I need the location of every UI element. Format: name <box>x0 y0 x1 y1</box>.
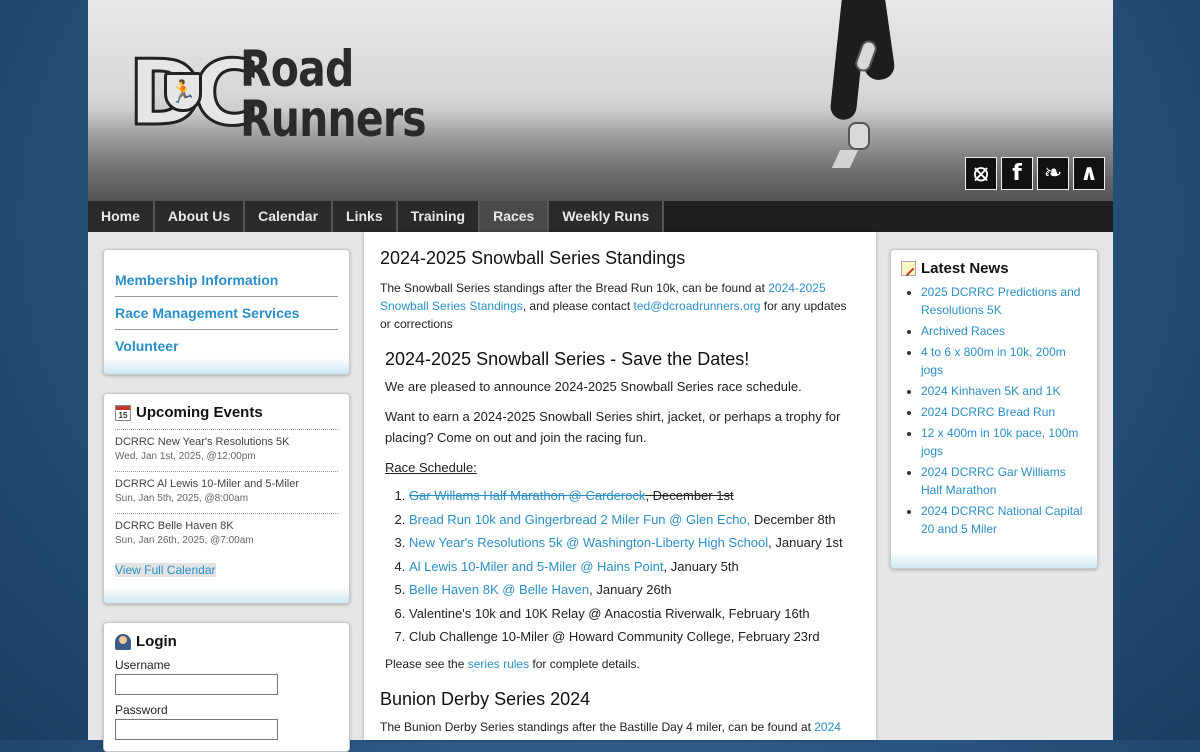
race-link[interactable]: New Year's Resolutions 5k @ Washington-L… <box>409 535 768 550</box>
login-label: Login <box>136 633 177 650</box>
logo-road-text: Road <box>240 40 354 98</box>
event-item[interactable]: DCRRC New Year's Resolutions 5K Wed, Jan… <box>115 429 338 471</box>
event-item[interactable]: DCRRC Belle Haven 8K Sun, Jan 26th, 2025… <box>115 513 338 555</box>
username-input[interactable] <box>115 674 278 695</box>
race-schedule-list: Gar Willams Half Marathon @ Carderock, D… <box>385 484 860 649</box>
series-rules-link[interactable]: series rules <box>468 657 529 671</box>
news-list: 2025 DCRRC Predictions and Resolutions 5… <box>901 283 1087 538</box>
bunion-link[interactable]: 2024 <box>814 720 841 734</box>
nav-training[interactable]: Training <box>397 201 481 232</box>
latest-news-title: Latest News <box>901 260 1087 277</box>
event-date: Wed, Jan 1st, 2025, @12:00pm <box>115 451 256 462</box>
race-management-link[interactable]: Race Management Services <box>115 297 338 330</box>
twitter-icon[interactable]: ❧ <box>1037 157 1069 190</box>
nav-calendar[interactable]: Calendar <box>245 201 334 232</box>
rules-text: Please see the <box>385 656 468 671</box>
event-title[interactable]: DCRRC New Year's Resolutions 5K <box>115 436 338 448</box>
login-panel: Login Username Password <box>103 622 350 752</box>
rss-icon[interactable]: ⦻ <box>965 157 997 190</box>
panel-fade <box>891 552 1097 568</box>
save-dates-heading: 2024-2025 Snowball Series - Save the Dat… <box>385 349 750 369</box>
race-item: Valentine's 10k and 10K Relay @ Anacosti… <box>409 602 860 626</box>
panel-fade <box>104 587 349 603</box>
race-link[interactable]: Al Lewis 10-Miler and 5-Miler @ Hains Po… <box>409 559 664 574</box>
rules-text: for complete details. <box>529 656 640 671</box>
page-wrapper: DC 🏃 Road Runners ⦻ f ❧ ∧ Home About Us … <box>88 0 1113 752</box>
password-input[interactable] <box>115 719 278 740</box>
latest-news-panel: Latest News 2025 DCRRC Predictions and R… <box>890 249 1098 569</box>
bunion-paragraph: The Bunion Derby Series standings after … <box>380 718 860 736</box>
membership-information-link[interactable]: Membership Information <box>115 264 338 297</box>
username-label: Username <box>115 658 171 672</box>
news-item[interactable]: 2024 Kinhaven 5K and 1K <box>921 382 1087 400</box>
news-item[interactable]: 2025 DCRRC Predictions and Resolutions 5… <box>921 283 1087 319</box>
race-item: Belle Haven 8K @ Belle Haven, January 26… <box>409 578 860 602</box>
standings-text: The Snowball Series standings after the … <box>380 281 769 295</box>
notepad-icon <box>901 261 916 276</box>
bunion-heading: Bunion Derby Series 2024 <box>380 688 591 709</box>
news-item[interactable]: 2024 DCRRC National Capital 20 and 5 Mil… <box>921 502 1087 538</box>
upcoming-events-title: 15 Upcoming Events <box>115 404 338 421</box>
latest-news-label: Latest News <box>921 260 1009 277</box>
calendar-icon: 15 <box>115 404 131 421</box>
race-date: , January 26th <box>589 582 672 597</box>
race-item: Bread Run 10k and Gingerbread 2 Miler Fu… <box>409 508 860 532</box>
news-item[interactable]: 4 to 6 x 800m in 10k, 200m jogs <box>921 343 1087 379</box>
password-label: Password <box>115 703 168 717</box>
news-item[interactable]: 12 x 400m in 10k pace, 100m jogs <box>921 424 1087 460</box>
race-schedule-label: Race Schedule: <box>385 460 477 475</box>
save-the-dates-section: 2024-2025 Snowball Series - Save the Dat… <box>380 349 860 673</box>
race-item: Al Lewis 10-Miler and 5-Miler @ Hains Po… <box>409 555 860 579</box>
nav-races[interactable]: Races <box>480 201 550 232</box>
race-date: , January 5th <box>663 558 739 574</box>
nav-links[interactable]: Links <box>333 201 398 232</box>
site-header: DC 🏃 Road Runners ⦻ f ❧ ∧ <box>88 0 1113 201</box>
race-date: , January 1st <box>768 535 843 550</box>
facebook-icon[interactable]: f <box>1001 157 1033 190</box>
news-item[interactable]: 2024 DCRRC Bread Run <box>921 403 1087 421</box>
panel-fade <box>104 358 349 374</box>
user-icon <box>115 633 131 650</box>
news-item[interactable]: Archived Races <box>921 322 1087 340</box>
strava-icon[interactable]: ∧ <box>1073 157 1105 190</box>
upcoming-events-label: Upcoming Events <box>136 404 263 421</box>
race-date: , December 1st <box>645 488 734 503</box>
nav-home[interactable]: Home <box>88 201 155 232</box>
race-link[interactable]: Bread Run 10k and Gingerbread 2 Miler Fu… <box>409 512 750 527</box>
standings-heading: 2024-2025 Snowball Series Standings <box>380 248 686 268</box>
event-date: Sun, Jan 5th, 2025, @8:00am <box>115 493 249 504</box>
nav-weekly-runs[interactable]: Weekly Runs <box>549 201 665 232</box>
race-item: New Year's Resolutions 5k @ Washington-L… <box>409 531 860 555</box>
social-links: ⦻ f ❧ ∧ <box>965 157 1105 190</box>
nav-about-us[interactable]: About Us <box>154 201 246 232</box>
race-item: Gar Willams Half Marathon @ Carderock, D… <box>409 484 860 508</box>
logo-runners-text: Runners <box>240 90 427 148</box>
race-date: December 8th <box>750 511 836 527</box>
earn-text: Want to earn a 2024-2025 Snowball Series… <box>385 409 841 445</box>
news-item[interactable]: 2024 DCRRC Gar Williams Half Marathon <box>921 463 1087 499</box>
race-link[interactable]: Gar Willams Half Marathon @ Carderock <box>409 488 645 503</box>
upcoming-events-panel: 15 Upcoming Events DCRRC New Year's Reso… <box>103 393 350 604</box>
main-content: 2024-2025 Snowball Series Standings The … <box>364 232 876 740</box>
rules-paragraph: Please see the series rules for complete… <box>385 655 860 673</box>
login-title: Login <box>115 633 338 650</box>
bunion-text: The Bunion Derby Series standings after … <box>380 719 815 734</box>
email-link[interactable]: ted@dcroadrunners.org <box>634 299 761 313</box>
event-date: Sun, Jan 26th, 2025, @7:00am <box>115 535 254 546</box>
membership-panel: Membership Information Race Management S… <box>103 249 350 375</box>
race-text: Club Challenge 10-Miler @ Howard Communi… <box>409 629 820 644</box>
announcement-text: We are pleased to announce 2024-2025 Sno… <box>385 379 802 394</box>
standings-text: , and please contact <box>522 299 634 313</box>
runner-shoe <box>848 122 870 150</box>
view-full-calendar-link[interactable]: View Full Calendar <box>115 563 216 577</box>
event-title[interactable]: DCRRC Belle Haven 8K <box>115 520 338 532</box>
event-item[interactable]: DCRRC Al Lewis 10-Miler and 5-Miler Sun,… <box>115 471 338 513</box>
race-text: Valentine's 10k and 10K Relay @ Anacosti… <box>409 605 810 621</box>
race-item: Club Challenge 10-Miler @ Howard Communi… <box>409 625 860 649</box>
race-link[interactable]: Belle Haven 8K @ Belle Haven <box>409 582 589 597</box>
event-title[interactable]: DCRRC Al Lewis 10-Miler and 5-Miler <box>115 478 338 490</box>
runner-icon: 🏃 <box>164 72 202 112</box>
main-nav: Home About Us Calendar Links Training Ra… <box>88 201 1113 232</box>
standings-paragraph: The Snowball Series standings after the … <box>380 279 860 333</box>
